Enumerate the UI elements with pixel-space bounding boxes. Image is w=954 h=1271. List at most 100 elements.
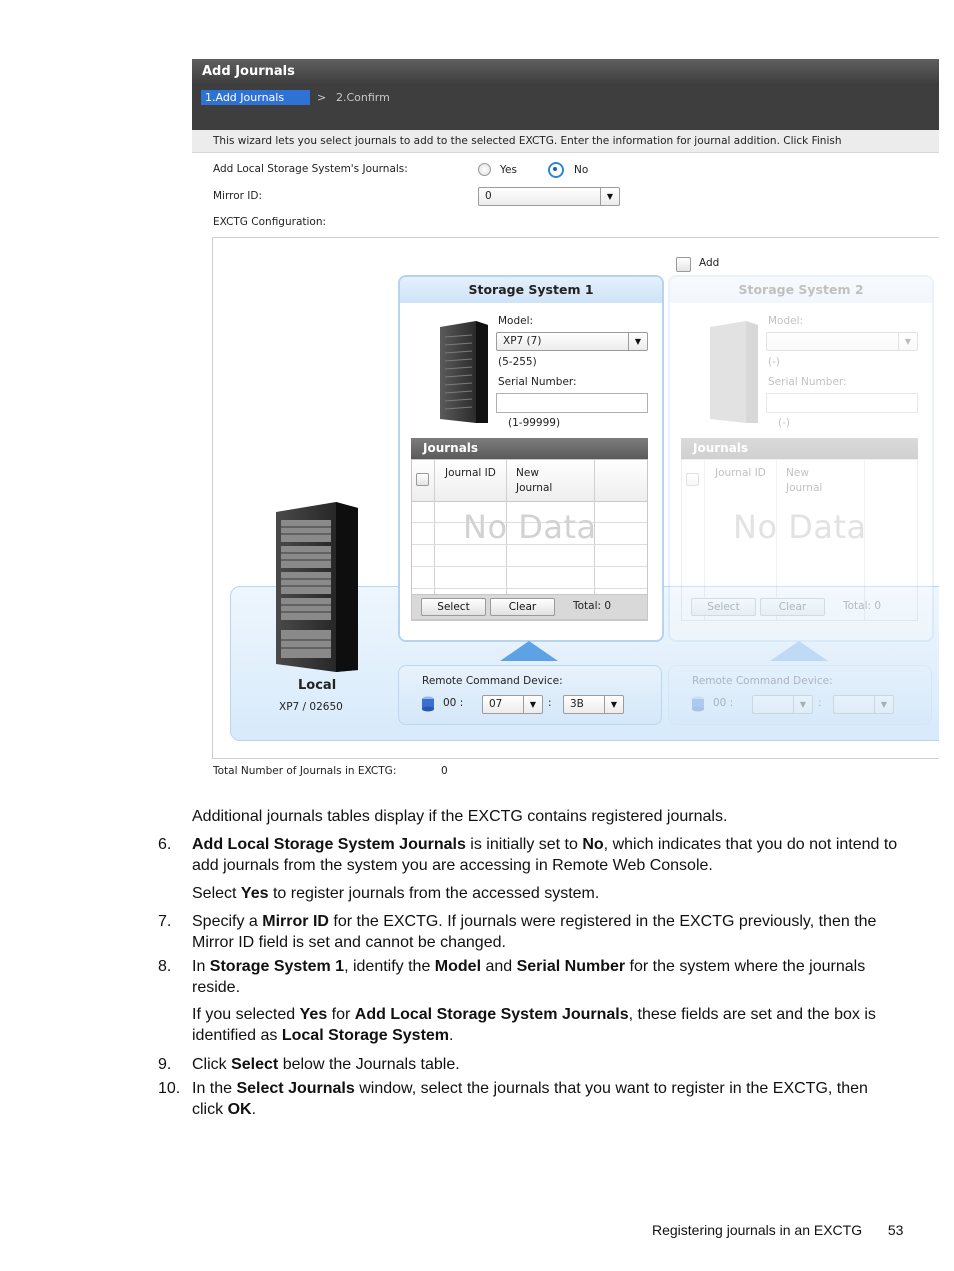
cu-select[interactable]: 07 ▼: [482, 695, 543, 714]
text-run: .: [449, 1027, 454, 1044]
no-radio[interactable]: [548, 162, 564, 178]
row-divider: [412, 588, 647, 589]
model-range: (5-255): [498, 356, 537, 368]
total-journals-label: Total Number of Journals in EXCTG:: [213, 765, 397, 777]
bold-term: Mirror ID: [262, 913, 329, 930]
ldev-select: ▼: [833, 695, 894, 714]
step-add-journals[interactable]: 1.Add Journals: [201, 90, 310, 105]
local-system-id: XP7 / 02650: [279, 701, 343, 713]
select-all-checkbox[interactable]: [416, 473, 429, 486]
arrow-up-icon: [500, 641, 558, 661]
database-icon: [692, 696, 704, 712]
ldev-value: 3B: [570, 698, 584, 710]
text-run: If you selected: [192, 1006, 300, 1023]
bold-term: Serial Number: [516, 958, 626, 975]
no-data-text: No Data: [733, 508, 867, 546]
remote-command-device-2: Remote Command Device: 00 : ▼ : ▼: [668, 665, 932, 725]
serial-range: (-): [778, 417, 790, 429]
column-divider: [704, 460, 705, 620]
chevron-down-icon: ▼: [898, 333, 917, 350]
mirror-id-label: Mirror ID:: [213, 190, 262, 202]
local-server-icon: [276, 502, 358, 672]
add-journals-dialog: Add Journals 1.Add Journals > 2.Confirm …: [192, 59, 939, 783]
remote-command-label: Remote Command Device:: [422, 675, 563, 687]
dialog-titlebar: Add Journals: [192, 59, 939, 86]
chevron-down-icon: ▼: [600, 188, 619, 205]
yes-radio[interactable]: [478, 163, 491, 176]
bold-term: No: [582, 836, 604, 853]
text-run: is initially set to: [465, 836, 583, 853]
storage-system-2-title: Storage System 2: [670, 277, 932, 303]
bold-term: Add Local Storage System Journals: [192, 836, 466, 853]
select-all-checkbox: [686, 473, 699, 486]
ldkc-prefix: 00 :: [713, 697, 734, 709]
serial-range: (1-99999): [508, 417, 561, 429]
exctg-config-label: EXCTG Configuration:: [213, 216, 327, 228]
step-10-text: In the Select Journals window, select th…: [192, 1078, 902, 1120]
select-button: Select: [691, 598, 756, 616]
bold-term: Select Journals: [236, 1080, 355, 1097]
model-range: (-): [768, 356, 780, 368]
model-select[interactable]: XP7 (7) ▼: [496, 332, 648, 351]
step-confirm[interactable]: 2.Confirm: [336, 90, 390, 105]
model-label: Model:: [768, 315, 804, 327]
step-number-8: 8.: [158, 958, 172, 975]
add-label: Add: [699, 257, 720, 269]
storage-system-1-title: Storage System 1: [400, 277, 662, 303]
page-number: 53: [887, 1222, 904, 1238]
mirror-id-select[interactable]: 0 ▼: [478, 187, 620, 206]
step-6-text: Add Local Storage System Journals is ini…: [192, 834, 902, 876]
step-9-text: Click Select below the Journals table.: [192, 1054, 902, 1075]
model-select: ▼: [766, 332, 918, 351]
wizard-instruction: This wizard lets you select journals to …: [192, 130, 939, 153]
text-run: In: [192, 958, 210, 975]
col-new-journal: New Journal: [786, 467, 823, 494]
bold-term: Yes: [299, 1006, 328, 1023]
server-icon: [710, 321, 758, 423]
ldev-select[interactable]: 3B ▼: [563, 695, 624, 714]
model-label: Model:: [498, 315, 534, 327]
serial-number-label: Serial Number:: [498, 376, 577, 388]
no-label: No: [574, 164, 589, 176]
colon-separator: :: [548, 697, 552, 709]
select-button[interactable]: Select: [421, 598, 486, 616]
database-icon: [422, 696, 434, 712]
ldkc-prefix: 00 :: [443, 697, 464, 709]
add-local-label: Add Local Storage System's Journals:: [213, 163, 408, 175]
col-new-journal[interactable]: New Journal: [516, 466, 576, 496]
server-icon: [440, 321, 488, 423]
col-journal-id[interactable]: Journal ID: [445, 466, 503, 481]
arrow-up-icon: [770, 641, 828, 661]
add-checkbox[interactable]: [676, 257, 691, 272]
step-8-note: If you selected Yes for Add Local Storag…: [192, 1004, 902, 1046]
bold-term: Model: [434, 958, 482, 975]
remote-command-device-1: Remote Command Device: 00 : 07 ▼ : 3B ▼: [398, 665, 662, 725]
serial-number-input[interactable]: [496, 393, 648, 413]
bold-term: Add Local Storage System Journals: [354, 1006, 629, 1023]
chevron-down-icon: ▼: [874, 696, 893, 713]
cu-select: ▼: [752, 695, 813, 714]
col-journal-id: Journal ID: [715, 467, 766, 479]
mirror-id-value: 0: [485, 190, 492, 202]
clear-button[interactable]: Clear: [490, 598, 555, 616]
wizard-steps: 1.Add Journals > 2.Confirm: [192, 86, 939, 130]
dialog-title: Add Journals: [202, 64, 295, 79]
model-value: XP7 (7): [503, 335, 542, 347]
local-label: Local: [298, 678, 337, 693]
chevron-down-icon: ▼: [793, 696, 812, 713]
text-run: Click: [192, 1056, 232, 1073]
remote-command-label: Remote Command Device:: [692, 675, 833, 687]
journals-total: Total: 0: [843, 600, 882, 612]
clear-button: Clear: [760, 598, 825, 616]
row-divider: [412, 566, 647, 567]
cu-value: 07: [489, 698, 503, 710]
storage-system-2-panel: Storage System 2 Model: ▼ (-) Serial Num…: [668, 275, 934, 642]
text-run: below the Journals table.: [278, 1056, 460, 1073]
bold-term: Yes: [240, 885, 269, 902]
journals-table-title: Journals: [411, 438, 648, 459]
journals-table-title: Journals: [681, 438, 918, 459]
chevron-down-icon: ▼: [523, 696, 542, 713]
text-run: In the: [192, 1080, 237, 1097]
bold-term: OK: [227, 1101, 252, 1118]
bold-term: Select: [231, 1056, 279, 1073]
